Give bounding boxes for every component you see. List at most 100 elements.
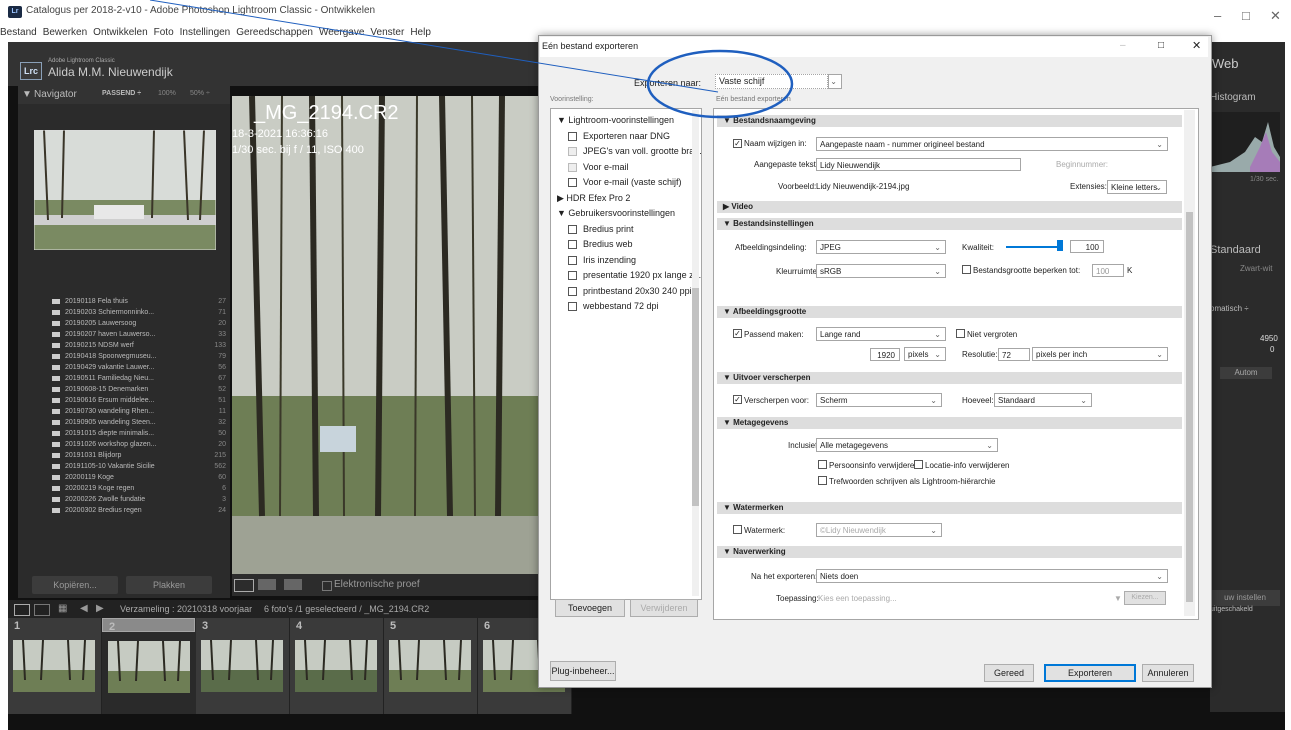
preset-group[interactable]: ▶ HDR Efex Pro 2 xyxy=(557,193,630,204)
resolution-unit-select[interactable]: pixels per inch ⌄ xyxy=(1032,347,1168,361)
rename-checkbox[interactable]: ✓ xyxy=(733,139,742,148)
navigator-preview[interactable] xyxy=(34,130,216,250)
temp-value[interactable]: 4950 xyxy=(1260,334,1278,343)
monitor-1-icon[interactable] xyxy=(14,604,30,616)
quality-slider-track[interactable] xyxy=(1006,246,1060,248)
section-metadata[interactable]: ▼ Metagegevens xyxy=(717,417,1182,429)
menu-bewerken[interactable]: Bewerken xyxy=(43,27,87,38)
limit-size-input[interactable]: 100 xyxy=(1092,264,1124,277)
resize-select[interactable]: Lange rand ⌄ xyxy=(816,327,946,341)
tint-value[interactable]: 0 xyxy=(1270,345,1274,354)
section-post-processing[interactable]: ▼ Naverwerking xyxy=(717,546,1182,558)
menu-help[interactable]: Help xyxy=(410,27,431,38)
minimize-button[interactable]: – xyxy=(1214,8,1221,23)
folder-item[interactable]: 20190608-15 Denemarken 52 xyxy=(24,384,230,395)
preset-group[interactable]: ▼ Lightroom-voorinstellingen xyxy=(557,115,674,125)
add-preset-button[interactable]: Toevoegen xyxy=(555,599,625,617)
folder-item[interactable]: 20190207 haven Lauwerso... 33 xyxy=(24,329,230,340)
folder-item[interactable]: 20191026 workshop glazen... 20 xyxy=(24,439,230,450)
extensions-select[interactable]: Kleine letters ⌄ xyxy=(1107,180,1167,194)
pixels-input[interactable]: 1920 xyxy=(870,348,900,361)
preset-scroll-thumb[interactable] xyxy=(692,288,699,506)
cancel-button[interactable]: Annuleren xyxy=(1142,664,1194,682)
preset-checkbox[interactable] xyxy=(568,240,577,250)
export-button[interactable]: Exporteren xyxy=(1044,664,1136,682)
folder-item[interactable]: 20190429 vakantie Lauwer... 56 xyxy=(24,362,230,373)
profile-value[interactable]: Standaard xyxy=(1210,244,1261,256)
section-image-size[interactable]: ▼ Afbeeldingsgrootte xyxy=(717,306,1182,318)
rename-select[interactable]: Aangepaste naam - nummer origineel besta… xyxy=(816,137,1168,151)
soft-proof-checkbox[interactable] xyxy=(322,581,332,591)
reset-button[interactable]: uw instellen xyxy=(1210,590,1280,606)
paste-button[interactable]: Plakken xyxy=(126,576,212,594)
folder-item[interactable]: 20190730 wandeling Rhen... 11 xyxy=(24,406,230,417)
plugin-manager-button[interactable]: Plug-inbeheer... xyxy=(550,661,616,681)
section-watermark[interactable]: ▼ Watermerken xyxy=(717,502,1182,514)
preset-checkbox[interactable] xyxy=(568,162,577,172)
export-to-dropdown[interactable]: ⌄ xyxy=(828,74,842,89)
preset-checkbox[interactable] xyxy=(568,271,577,281)
filmstrip-thumbnail[interactable]: 2 xyxy=(102,618,195,693)
zoom-50[interactable]: 50% ÷ xyxy=(190,90,210,97)
filmstrip-thumbnail[interactable]: 3 xyxy=(196,618,290,714)
folder-item[interactable]: 20190616 Ersum middelee... 51 xyxy=(24,395,230,406)
settings-scroll-thumb[interactable] xyxy=(1186,212,1193,602)
dialog-close-button[interactable]: ✕ xyxy=(1192,39,1201,52)
quality-slider-thumb[interactable] xyxy=(1057,240,1063,251)
folder-item[interactable]: 20190418 Spoorwegmuseu... 79 xyxy=(24,351,230,362)
preset-item[interactable]: Voor e-mail xyxy=(568,162,629,172)
preset-checkbox[interactable] xyxy=(568,178,577,188)
pixels-unit-select[interactable]: pixels ⌄ xyxy=(904,347,946,361)
folder-item[interactable]: 20190215 NDSM werf 133 xyxy=(24,340,230,351)
section-sharpening[interactable]: ▼ Uitvoer verscherpen xyxy=(717,372,1182,384)
folder-item[interactable]: 20191015 diepte minimalis... 50 xyxy=(24,428,230,439)
zoom-100[interactable]: 100% xyxy=(158,90,176,97)
preset-item[interactable]: Iris inzending xyxy=(568,255,636,265)
after-export-select[interactable]: Niets doen ⌄ xyxy=(816,569,1168,583)
limit-size-checkbox[interactable] xyxy=(962,265,971,274)
menu-instellingen[interactable]: Instellingen xyxy=(180,27,231,38)
filmstrip-thumbnail[interactable]: 1 xyxy=(8,618,102,714)
module-web[interactable]: Web xyxy=(1212,56,1239,71)
preset-item[interactable]: JPEG's van voll. grootte bra... xyxy=(568,146,702,157)
custom-text-input[interactable]: Lidy Nieuwendijk xyxy=(816,158,1021,171)
preset-checkbox[interactable] xyxy=(568,302,577,312)
menu-venster[interactable]: Venster xyxy=(370,27,404,38)
folder-item[interactable]: 20191031 Blijdorp 215 xyxy=(24,450,230,461)
done-button[interactable]: Gereed xyxy=(984,664,1034,682)
amount-select[interactable]: Standaard ⌄ xyxy=(994,393,1092,407)
settings-scrollbar[interactable] xyxy=(1184,110,1195,616)
copy-button[interactable]: Kopiëren... xyxy=(32,576,118,594)
folder-item[interactable]: 20200219 Koge regen 6 xyxy=(24,483,230,494)
compare-icon[interactable] xyxy=(284,579,302,590)
preset-checkbox[interactable] xyxy=(568,147,577,157)
preset-item[interactable]: printbestand 20x30 240 ppi xyxy=(568,286,692,296)
remove-person-checkbox[interactable] xyxy=(818,460,827,469)
remove-location-checkbox[interactable] xyxy=(914,460,923,469)
maximize-button[interactable]: □ xyxy=(1242,8,1250,23)
histogram-header[interactable]: Histogram xyxy=(1210,92,1256,103)
menu-bestand[interactable]: Bestand xyxy=(0,27,37,38)
resize-checkbox[interactable]: ✓ xyxy=(733,329,742,338)
preset-checkbox[interactable] xyxy=(568,286,577,296)
folder-item[interactable]: 20190118 Fela thuis 27 xyxy=(24,296,230,307)
monitor-2-icon[interactable] xyxy=(34,604,50,616)
preset-item[interactable]: Bredius web xyxy=(568,239,633,250)
bw-toggle[interactable]: Zwart-wit xyxy=(1240,264,1272,273)
main-photo[interactable]: _MG_2194.CR2 18-3-2021 16:36:16 1/30 sec… xyxy=(232,96,538,574)
loupe-view-icon[interactable] xyxy=(234,579,254,592)
zoom-fit[interactable]: PASSEND ÷ xyxy=(102,90,141,97)
section-file-naming[interactable]: ▼ Bestandsnaamgeving xyxy=(717,115,1182,127)
menu-gereedschappen[interactable]: Gereedschappen xyxy=(236,27,313,38)
section-video[interactable]: ▶ Video xyxy=(717,201,1182,213)
sharpen-select[interactable]: Scherm ⌄ xyxy=(816,393,942,407)
wb-auto-label[interactable]: omatisch ÷ xyxy=(1210,304,1249,313)
preset-item[interactable]: webbestand 72 dpi xyxy=(568,301,659,312)
folder-item[interactable]: 20200119 Koge 60 xyxy=(24,472,230,483)
include-select[interactable]: Alle metagegevens ⌄ xyxy=(816,438,998,452)
collection-label[interactable]: Verzameling : 20210318 voorjaar xyxy=(120,604,252,614)
menu-weergave[interactable]: Weergave xyxy=(319,27,364,38)
dialog-maximize-button[interactable]: □ xyxy=(1158,40,1164,51)
filmstrip-thumbnail[interactable]: 5 xyxy=(384,618,478,714)
section-file-settings[interactable]: ▼ Bestandsinstellingen xyxy=(717,218,1182,230)
